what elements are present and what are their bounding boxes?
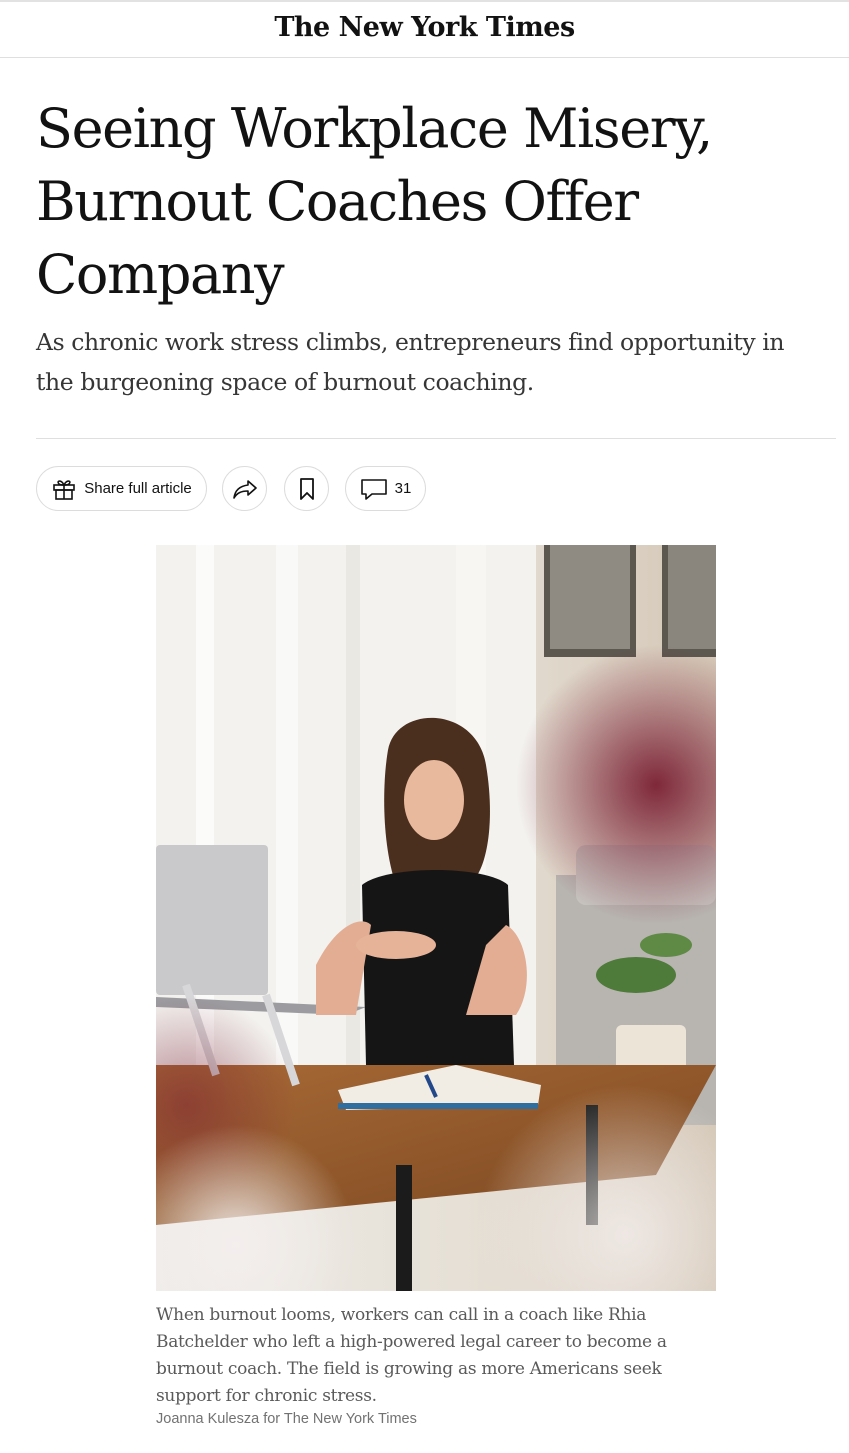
share-arrow-icon: [232, 478, 258, 500]
comments-button[interactable]: 31: [345, 466, 426, 511]
bookmark-icon: [298, 477, 316, 501]
comment-bubble-icon: [360, 477, 388, 501]
comment-count: 31: [394, 480, 412, 497]
lead-photo: [156, 545, 716, 1291]
nyt-logo[interactable]: The New York Times: [0, 12, 849, 43]
share-full-article-button[interactable]: Share full article: [36, 466, 207, 511]
article-summary: As chronic work stress climbs, entrepren…: [36, 328, 785, 396]
photo-caption: When burnout looms, workers can call in …: [156, 1305, 667, 1406]
article-headline: Seeing Workplace Misery, Burnout Coaches…: [36, 97, 713, 306]
divider: [36, 438, 836, 439]
save-bookmark-button[interactable]: [284, 466, 329, 511]
share-full-article-label: Share full article: [84, 480, 192, 497]
gift-icon: [51, 476, 77, 502]
masthead: The New York Times: [0, 0, 849, 58]
photo-credit: Joanna Kulesza for The New York Times: [156, 1411, 417, 1427]
share-button[interactable]: [222, 466, 267, 511]
